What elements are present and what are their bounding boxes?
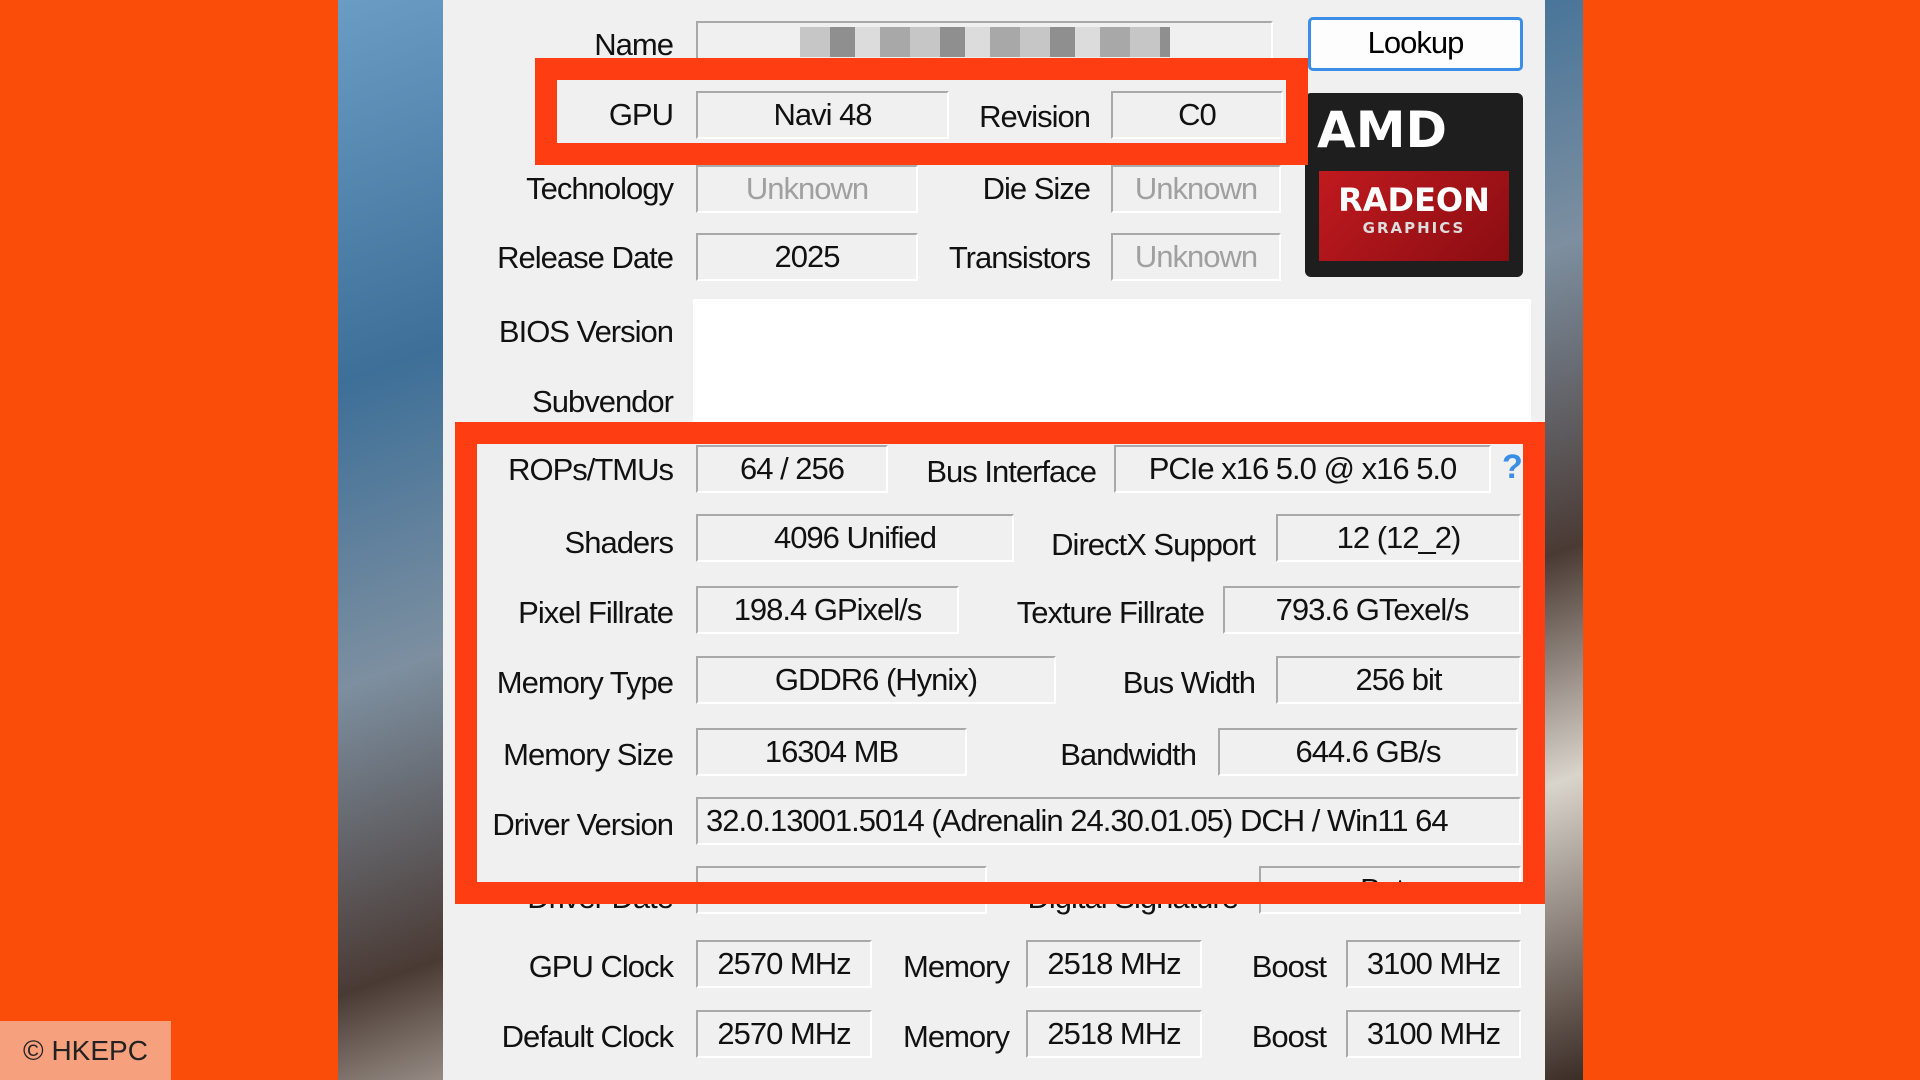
gpu-clock-boost-label: Boost xyxy=(1251,949,1327,984)
memory-size-label: Memory Size xyxy=(503,737,674,772)
gpu-label: GPU xyxy=(608,97,674,132)
shaders-label: Shaders xyxy=(564,525,674,560)
lookup-button[interactable]: Lookup xyxy=(1308,17,1523,71)
memory-type-field: GDDR6 (Hynix) xyxy=(696,656,1056,704)
amd-logo-text: AMD xyxy=(1317,101,1447,159)
bandwidth-label: Bandwidth xyxy=(1060,737,1197,772)
bios-version-label: BIOS Version xyxy=(498,314,674,349)
gpu-clock-boost-field: 3100 MHz xyxy=(1346,940,1521,988)
gpu-clock-memory-label: Memory xyxy=(903,949,1010,984)
bus-interface-help-icon[interactable]: ? xyxy=(1502,448,1523,487)
amd-radeon-logo: AMD RADEON GRAPHICS xyxy=(1305,93,1523,277)
directx-field: 12 (12_2) xyxy=(1276,514,1521,562)
default-clock-memory-field: 2518 MHz xyxy=(1026,1010,1202,1058)
gpu-clock-memory-field: 2518 MHz xyxy=(1026,940,1202,988)
radeon-text: RADEON xyxy=(1338,181,1490,219)
bus-interface-field: PCIe x16 5.0 @ x16 5.0 xyxy=(1114,445,1491,493)
subvendor-label: Subvendor xyxy=(532,384,674,419)
watermark: © HKEPC xyxy=(0,1021,171,1080)
default-clock-boost-label: Boost xyxy=(1251,1019,1327,1054)
default-clock-memory-label: Memory xyxy=(903,1019,1010,1054)
technology-field: Unknown xyxy=(696,165,918,213)
memory-size-field: 16304 MB xyxy=(696,728,967,776)
digital-signature-label: Digital Signature xyxy=(1027,880,1239,915)
shaders-field: 4096 Unified xyxy=(696,514,1014,562)
radeon-badge: RADEON GRAPHICS xyxy=(1319,171,1509,261)
texture-fillrate-label: Texture Fillrate xyxy=(1016,595,1205,630)
bus-interface-label: Bus Interface xyxy=(926,454,1097,489)
gpu-field: Navi 48 xyxy=(696,91,949,139)
rops-tmus-label: ROPs/TMUs xyxy=(508,452,674,487)
bus-width-label: Bus Width xyxy=(1122,665,1256,700)
rops-tmus-field: 64 / 256 xyxy=(696,445,888,493)
bandwidth-field: 644.6 GB/s xyxy=(1218,728,1518,776)
release-date-field: 2025 xyxy=(696,233,918,281)
revision-field: C0 xyxy=(1111,91,1283,139)
die-size-label: Die Size xyxy=(982,171,1091,206)
transistors-field: Unknown xyxy=(1111,233,1281,281)
bus-width-field: 256 bit xyxy=(1276,656,1521,704)
name-label: Name xyxy=(594,27,674,62)
driver-version-label: Driver Version xyxy=(492,807,674,842)
revision-label: Revision xyxy=(979,99,1091,134)
texture-fillrate-field: 793.6 GTexel/s xyxy=(1223,586,1521,634)
driver-date-label: Driver Date xyxy=(527,880,674,915)
driver-version-field: 32.0.13001.5014 (Adrenalin 24.30.01.05) … xyxy=(696,797,1521,845)
default-clock-boost-field: 3100 MHz xyxy=(1346,1010,1521,1058)
pixel-fillrate-label: Pixel Fillrate xyxy=(518,595,674,630)
driver-date-field xyxy=(696,866,987,914)
directx-label: DirectX Support xyxy=(1051,527,1256,562)
transistors-label: Transistors xyxy=(948,240,1091,275)
pixel-fillrate-field: 198.4 GPixel/s xyxy=(696,586,959,634)
graphics-text: GRAPHICS xyxy=(1362,219,1466,237)
gpu-clock-field: 2570 MHz xyxy=(696,940,872,988)
technology-label: Technology xyxy=(526,171,674,206)
default-clock-field: 2570 MHz xyxy=(696,1010,872,1058)
release-date-label: Release Date xyxy=(497,240,674,275)
name-pixelated xyxy=(800,27,1170,57)
bios-subvendor-area xyxy=(693,299,1531,422)
default-clock-label: Default Clock xyxy=(501,1019,674,1054)
gpu-clock-label: GPU Clock xyxy=(528,949,674,984)
die-size-field: Unknown xyxy=(1111,165,1281,213)
memory-type-label: Memory Type xyxy=(496,665,674,700)
digital-signature-field: Beta xyxy=(1259,866,1521,914)
